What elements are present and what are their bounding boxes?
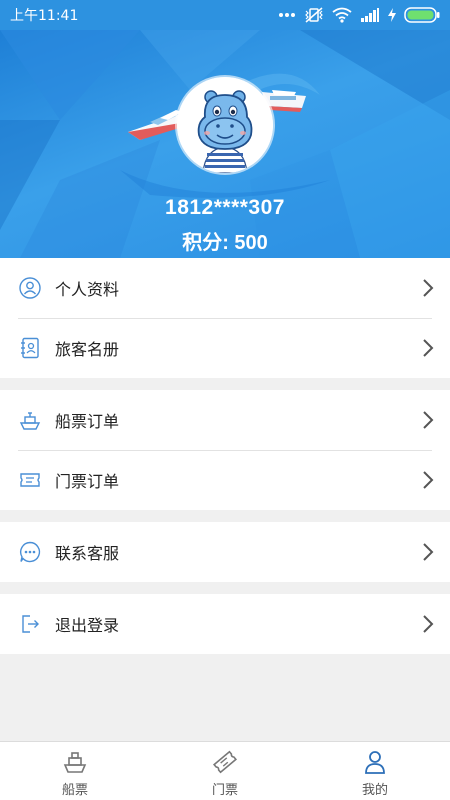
more-dots-icon <box>278 12 296 18</box>
status-bar: 上午11:41 <box>0 0 450 30</box>
menu-item-profile[interactable]: 个人资料 <box>0 258 450 318</box>
menu-item-logout[interactable]: 退出登录 <box>0 594 450 654</box>
menu-item-customer-service[interactable]: 联系客服 <box>0 522 450 582</box>
contacts-book-icon <box>18 336 42 360</box>
tab-label: 门票 <box>211 782 238 798</box>
menu-group-orders: 船票订单 门票订单 <box>0 390 450 510</box>
menu-group-support: 联系客服 <box>0 522 450 582</box>
signal-icon <box>360 8 380 22</box>
hippo-avatar-icon <box>177 77 273 173</box>
tab-mine[interactable]: 我的 <box>300 742 450 800</box>
menu-item-ship-orders[interactable]: 船票订单 <box>0 390 450 450</box>
status-time: 上午11:41 <box>10 8 79 24</box>
menu-item-label: 退出登录 <box>55 616 120 635</box>
menu-item-label: 联系客服 <box>55 544 120 563</box>
menu-item-label: 船票订单 <box>55 412 120 431</box>
battery-icon <box>404 7 440 23</box>
menu-item-ticket-orders[interactable]: 门票订单 <box>0 450 450 510</box>
ticket-icon <box>211 747 239 777</box>
vibrate-off-icon <box>304 7 324 23</box>
chevron-right-icon <box>422 470 434 490</box>
chevron-right-icon <box>422 278 434 298</box>
chevron-right-icon <box>422 410 434 430</box>
menu-item-passengers[interactable]: 旅客名册 <box>0 318 450 378</box>
logout-icon <box>18 612 42 636</box>
tab-label: 我的 <box>361 782 388 798</box>
chevron-right-icon <box>422 614 434 634</box>
chevron-right-icon <box>422 542 434 562</box>
chat-icon <box>18 540 42 564</box>
person-icon <box>18 276 42 300</box>
ship-icon <box>62 747 88 777</box>
user-points: 积分: 500 <box>182 232 268 254</box>
ship-icon <box>18 408 42 432</box>
status-icons <box>278 7 440 23</box>
tab-tickets[interactable]: 门票 <box>150 742 300 800</box>
chevron-right-icon <box>422 338 434 358</box>
menu: 个人资料 旅客名册 船票订单 门票订单 联系客服 退出登录 <box>0 258 450 666</box>
avatar[interactable] <box>177 77 273 173</box>
menu-group-account: 个人资料 旅客名册 <box>0 258 450 378</box>
ticket-icon <box>18 468 42 492</box>
tab-label: 船票 <box>61 782 88 798</box>
charging-icon <box>388 8 396 22</box>
bottom-nav: 船票 门票 我的 <box>0 741 450 800</box>
user-icon <box>362 747 388 777</box>
tab-ship-tickets[interactable]: 船票 <box>0 742 150 800</box>
menu-item-label: 门票订单 <box>55 472 120 491</box>
menu-item-label: 旅客名册 <box>55 340 120 359</box>
profile-header: 1812****307 积分: 500 <box>0 30 450 258</box>
menu-item-label: 个人资料 <box>55 280 120 299</box>
user-phone: 1812****307 <box>165 196 285 219</box>
wifi-icon <box>332 7 352 23</box>
menu-group-logout: 退出登录 <box>0 594 450 654</box>
